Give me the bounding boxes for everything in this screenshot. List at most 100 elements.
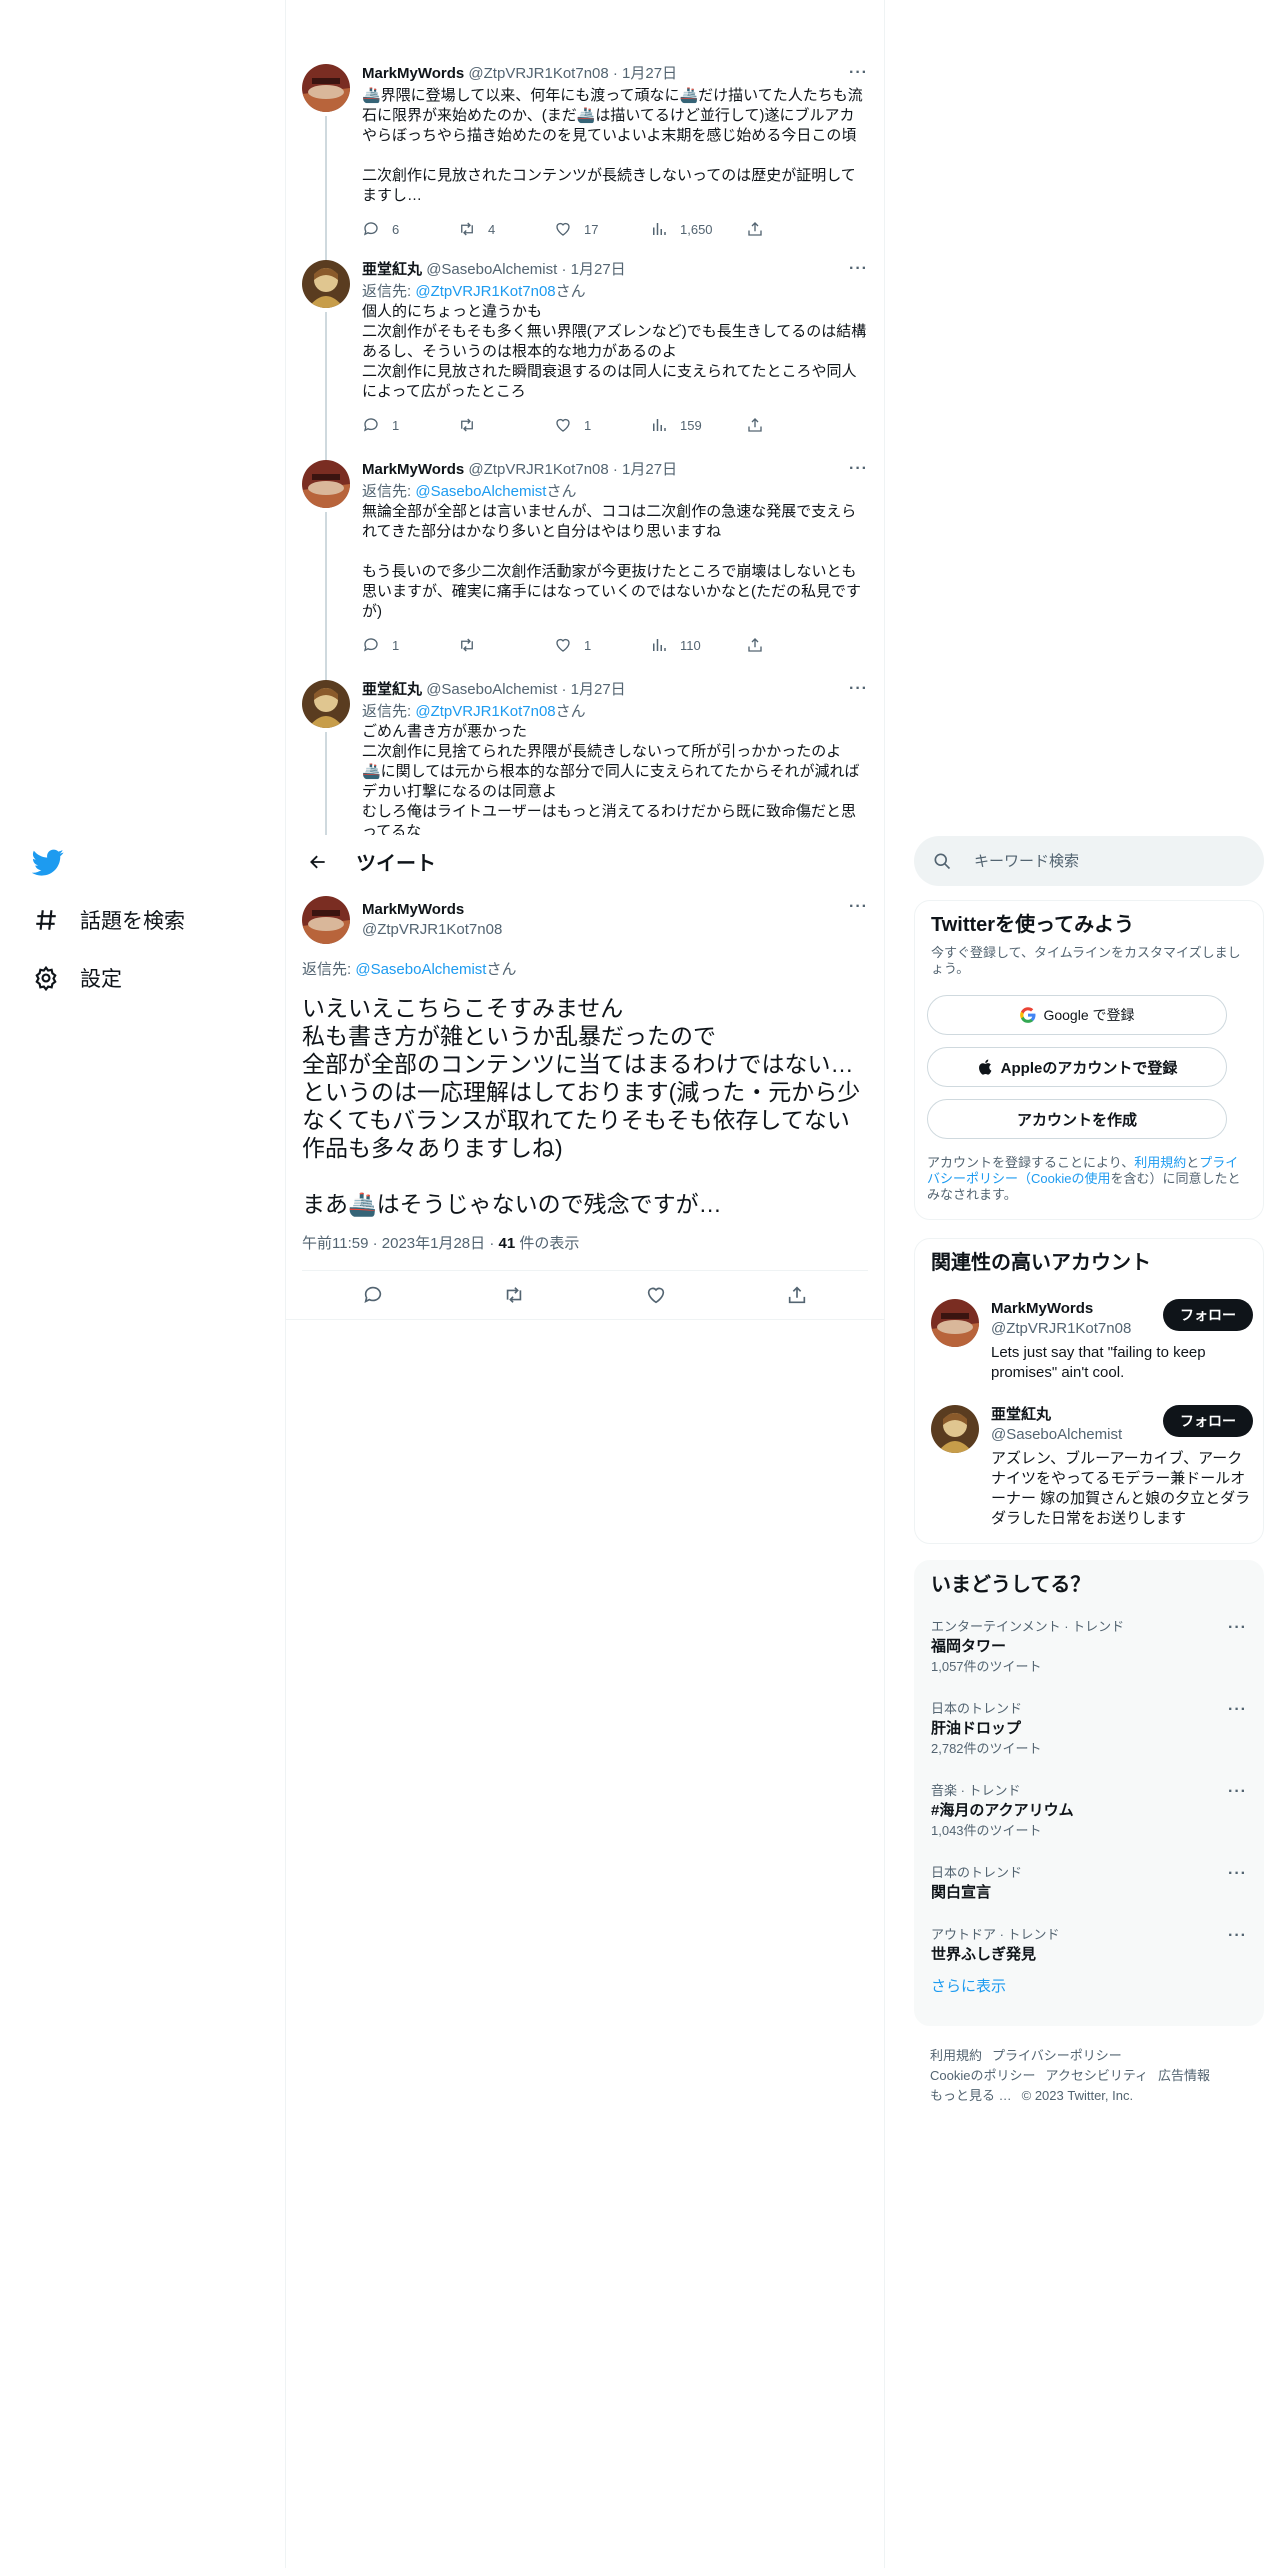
account-name[interactable]: MarkMyWords [991,1299,1093,1319]
reply-icon [364,1286,381,1303]
footer-accessibility-link[interactable]: アクセシビリティ [1045,2068,1148,2083]
views-count: 110 [680,637,701,653]
search-box[interactable] [914,836,1264,886]
thread-tweet[interactable]: MarkMyWords @ZtpVRJR1Kot7n08 · 1月27日 🚢界隈… [286,64,884,266]
like-button[interactable]: 17 [554,220,650,238]
trend-item[interactable]: 日本のトレンド 関白宣言 ··· [931,1865,1247,1935]
more-icon[interactable]: ··· [849,460,868,478]
nav-settings[interactable]: 設定 [32,958,122,998]
share-icon [789,1286,806,1304]
share-button[interactable] [778,1276,816,1314]
more-icon[interactable]: ··· [849,898,868,916]
create-account-button[interactable]: アカウントを作成 [927,1099,1227,1139]
gear-icon [32,964,60,992]
author-handle[interactable]: @ZtpVRJR1Kot7n08 [362,920,502,940]
thread-tweet[interactable]: 亜堂紅丸 @SaseboAlchemist · 1月27日 返信先: @ZtpV… [286,260,884,462]
footer-terms-link[interactable]: 利用規約 [930,2048,982,2063]
share-button[interactable] [746,220,776,238]
views-button[interactable]: 1,650 [650,220,746,238]
trend-category: 音楽 · トレンド [931,1783,1021,1798]
thread-line [325,312,327,462]
trend-category: アウトドア · トレンド [931,1927,1060,1942]
account-item[interactable]: MarkMyWords @ZtpVRJR1Kot7n08 Lets just s… [931,1299,1253,1389]
reply-handle-link[interactable]: @ZtpVRJR1Kot7n08 [415,703,555,720]
thread-tweet[interactable]: 亜堂紅丸 @SaseboAlchemist · 1月27日 返信先: @ZtpV… [286,680,884,835]
retweet-button[interactable]: 4 [458,220,554,238]
trend-item[interactable]: エンターテインメント · トレンド 福岡タワー 1,057件のツイート ··· [931,1619,1247,1689]
trend-item[interactable]: 日本のトレンド 肝油ドロップ 2,782件のツイート ··· [931,1701,1247,1771]
reply-handle-link[interactable]: @SaseboAlchemist [355,961,486,978]
more-icon[interactable]: ··· [1228,1927,1247,1945]
account-item[interactable]: 亜堂紅丸 @SaseboAlchemist アズレン、ブルーアーカイブ、アークナ… [931,1405,1253,1535]
google-signup-label: Google で登録 [1043,1007,1135,1023]
nav-settings-label: 設定 [80,968,122,991]
reply-handle-link[interactable]: @ZtpVRJR1Kot7n08 [415,283,555,300]
retweet-icon [507,1287,522,1303]
avatar[interactable] [302,460,350,508]
share-button[interactable] [746,416,776,434]
footer-more-link[interactable]: もっと見る … [930,2088,1012,2103]
analytics-icon [653,419,666,431]
retweet-button[interactable] [495,1276,533,1314]
author-name[interactable]: MarkMyWords [362,65,464,82]
reply-to: 返信先: @SaseboAlchemistさん [302,960,516,980]
trends-title: いまどうしてる？ [931,1574,1091,1596]
avatar[interactable] [302,680,350,728]
reply-suffix: さん [546,483,577,500]
more-icon[interactable]: ··· [1228,1865,1247,1883]
reply-count: 1 [392,637,400,653]
follow-button[interactable]: フォロー [1163,1405,1253,1437]
signup-title: Twitterを使ってみよう [931,914,1135,936]
thread-tweet[interactable]: MarkMyWords @ZtpVRJR1Kot7n08 · 1月27日 返信先… [286,460,884,682]
tweet-text: 個人的にちょっと違うかも 二次創作がそもそも多く無い界隈(アズレンなど)でも長生… [362,303,867,400]
reply-count: 1 [392,417,400,433]
more-icon[interactable]: ··· [849,680,868,698]
apple-signup-button[interactable]: Appleのアカウントで登録 [927,1047,1227,1087]
search-input[interactable] [974,852,1234,870]
avatar[interactable] [302,64,350,112]
reply-button[interactable]: 1 [362,416,458,434]
tweet-time[interactable]: 午前11:59 · 2023年1月28日 · [302,1235,498,1252]
trend-name: 福岡タワー [931,1638,1007,1655]
views-button[interactable]: 110 [650,636,746,654]
follow-button[interactable]: フォロー [1163,1299,1253,1331]
more-icon[interactable]: ··· [849,260,868,278]
google-signup-button[interactable]: Google で登録 [927,995,1227,1035]
terms-link[interactable]: 利用規約 [1134,1155,1186,1170]
footer-cookie-link[interactable]: Cookieのポリシー [930,2068,1035,2083]
avatar[interactable] [302,260,350,308]
avatar[interactable] [931,1299,979,1347]
more-icon[interactable]: ··· [849,64,868,82]
footer-ads-link[interactable]: 広告情報 [1158,2068,1210,2083]
more-icon[interactable]: ··· [1228,1783,1247,1801]
reply-button[interactable]: 6 [362,220,458,238]
avatar[interactable] [931,1405,979,1453]
views-button[interactable]: 159 [650,416,746,434]
twitter-logo-icon[interactable] [31,846,64,878]
like-button[interactable]: 1 [554,636,650,654]
share-icon [748,222,762,236]
reply-button[interactable] [354,1276,392,1314]
account-name[interactable]: 亜堂紅丸 [991,1405,1051,1425]
reply-handle-link[interactable]: @SaseboAlchemist [415,483,546,500]
author-name[interactable]: MarkMyWords [362,461,464,478]
author-name[interactable]: 亜堂紅丸 [362,681,422,698]
back-button[interactable] [300,844,336,880]
avatar[interactable] [302,896,350,944]
share-button[interactable] [746,636,776,654]
nav-explore[interactable]: 話題を検索 [32,900,185,940]
like-button[interactable]: 1 [554,416,650,434]
retweet-button[interactable] [458,416,554,434]
trend-item[interactable]: 音楽 · トレンド #海月のアクアリウム 1,043件のツイート ··· [931,1783,1247,1853]
author-meta: @ZtpVRJR1Kot7n08 · 1月27日 [468,461,678,478]
footer-privacy-link[interactable]: プライバシーポリシー [992,2048,1122,2063]
show-more-link[interactable]: さらに表示 [931,1975,1006,1996]
retweet-button[interactable] [458,636,554,654]
author-name[interactable]: 亜堂紅丸 [362,261,422,278]
author-name[interactable]: MarkMyWords [362,900,464,920]
reply-button[interactable]: 1 [362,636,458,654]
more-icon[interactable]: ··· [1228,1619,1247,1637]
trend-name: 世界ふしぎ発見 [931,1946,1037,1963]
like-button[interactable] [637,1276,675,1314]
more-icon[interactable]: ··· [1228,1701,1247,1719]
